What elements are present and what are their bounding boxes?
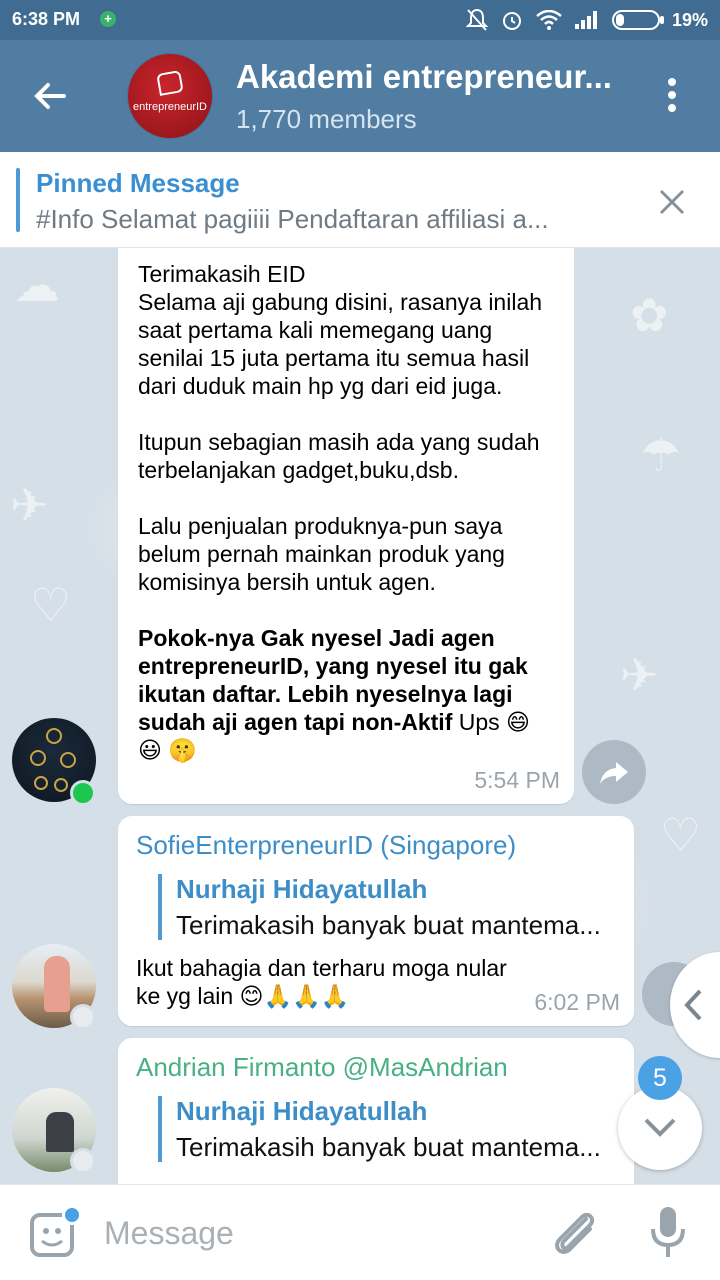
- reply-accent-bar: [158, 1096, 162, 1162]
- doodle-icon: ☂: [640, 429, 682, 481]
- message-bubble[interactable]: Terimakasih EID Selama aji gabung disini…: [118, 248, 574, 804]
- chevron-left-icon: [684, 989, 702, 1021]
- chat-header: entrepreneurID Akademi entrepreneur... 1…: [0, 40, 720, 152]
- online-indicator: [70, 780, 96, 806]
- mute-icon: [465, 8, 488, 31]
- message-paragraph-bold: Pokok-nya Gak nyesel Jadi agen entrepren…: [138, 624, 534, 764]
- avatar-badge: [34, 776, 48, 790]
- back-arrow-icon[interactable]: [30, 76, 70, 116]
- pinned-message-bar[interactable]: Pinned Message #Info Selamat pagiiii Pen…: [0, 152, 720, 248]
- group-avatar[interactable]: entrepreneurID: [128, 54, 212, 138]
- battery-fill: [615, 14, 624, 26]
- doodle-icon: ✿: [630, 289, 669, 341]
- avatar-badge: [46, 728, 62, 744]
- wifi-icon: [536, 10, 562, 30]
- notification-plus-icon: +: [100, 11, 116, 27]
- avatar-person: [46, 1112, 74, 1152]
- message-input[interactable]: Message: [104, 1215, 234, 1252]
- message-paragraph: Terimakasih EID Selama aji gabung disini…: [138, 261, 543, 399]
- microphone-icon[interactable]: [650, 1205, 686, 1261]
- sender-name[interactable]: SofieEnterpreneurID (Singapore): [136, 830, 516, 861]
- status-dot: [70, 1148, 96, 1174]
- reply-text: Terimakasih banyak buat mantema...: [176, 910, 601, 940]
- pinned-text: #Info Selamat pagiiii Pendaftaran affili…: [36, 204, 549, 234]
- doodle-icon: ♡: [30, 579, 72, 631]
- sender-name[interactable]: Andrian Firmanto @MasAndrian: [136, 1052, 508, 1083]
- unread-badge: 5: [638, 1056, 682, 1100]
- message-paragraph: Itupun sebagian masih ada yang sudah ter…: [138, 429, 540, 483]
- pinned-title: Pinned Message: [36, 168, 240, 198]
- message-bubble[interactable]: SofieEnterpreneurID (Singapore) Nurhaji …: [118, 816, 634, 1026]
- status-time: 6:38 PM: [12, 9, 81, 29]
- reply-name: Nurhaji Hidayatullah: [176, 874, 428, 904]
- avatar-badge: [30, 750, 46, 766]
- message-time: 6:02 PM: [534, 989, 620, 1015]
- share-icon: [600, 762, 628, 784]
- sticker-button[interactable]: [28, 1205, 82, 1259]
- avatar-person: [44, 956, 70, 1012]
- avatar-logo-text: entrepreneurID: [133, 101, 207, 113]
- signal-icon: [574, 11, 597, 29]
- status-bar: 6:38 PM + 19%: [0, 0, 720, 40]
- doodle-icon: ☁: [14, 259, 60, 311]
- chevron-down-icon: [644, 1118, 676, 1137]
- status-icons: 19%: [465, 8, 708, 32]
- member-count: 1,770 members: [236, 104, 417, 134]
- group-title[interactable]: Akademi entrepreneur...: [236, 58, 626, 96]
- message-paragraph: Lalu penjualan produknya-pun saya belum …: [138, 513, 505, 595]
- avatar-badge: [54, 778, 68, 792]
- entrepreneurid-logo-icon: [156, 70, 184, 96]
- alarm-icon: [502, 12, 521, 30]
- battery-icon: [611, 10, 664, 30]
- reply-accent-bar: [158, 874, 162, 940]
- doodle-icon: ✈: [10, 479, 49, 531]
- reply-text: Terimakasih banyak buat mantema...: [176, 1132, 601, 1162]
- message-input-bar: Message: [0, 1184, 720, 1280]
- message-text: Ikut bahagia dan terharu moga nular ke y…: [136, 955, 507, 1009]
- more-menu-icon[interactable]: [660, 78, 684, 118]
- attach-icon[interactable]: [550, 1207, 600, 1261]
- sticker-new-dot: [62, 1205, 82, 1225]
- battery-percent: 19%: [671, 9, 708, 30]
- pinned-accent-bar: [16, 168, 20, 232]
- doodle-icon: ✈: [620, 649, 659, 701]
- doodle-icon: ♡: [660, 809, 702, 861]
- chat-area[interactable]: ☁ ✈ ♡ ✿ ☂ ✈ ♡ Terimakasih EID Selama aji…: [0, 248, 720, 1184]
- message-bubble[interactable]: Andrian Firmanto @MasAndrian Nurhaji Hid…: [118, 1038, 634, 1184]
- reply-name: Nurhaji Hidayatullah: [176, 1096, 428, 1126]
- message-time: 5:54 PM: [474, 767, 560, 793]
- status-dot: [70, 1004, 96, 1030]
- avatar-badge: [60, 752, 76, 768]
- close-icon[interactable]: [658, 188, 686, 216]
- share-button[interactable]: [582, 740, 646, 804]
